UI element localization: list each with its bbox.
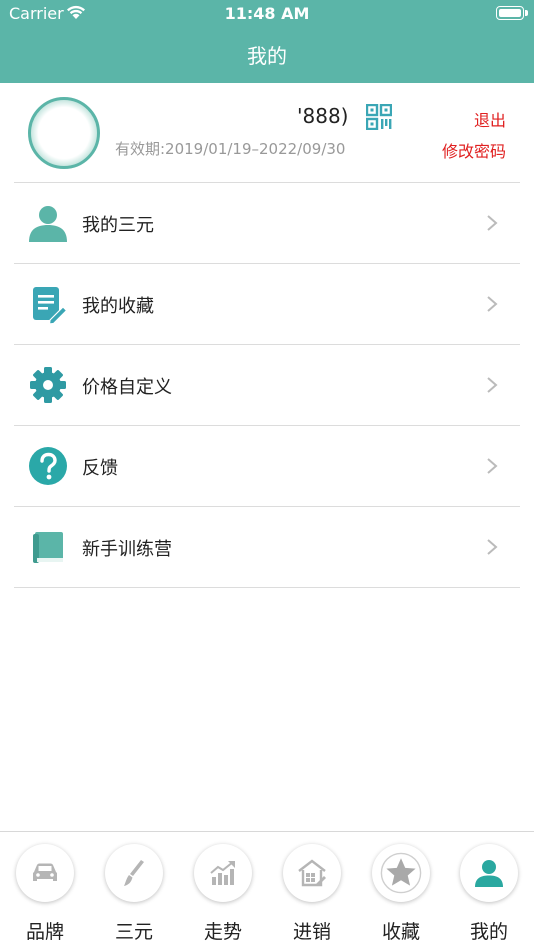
tab-label: 走势 xyxy=(203,921,242,943)
screen: Carrier 11:48 AM 我的 '888) 有效期:2019/01/19… xyxy=(0,0,534,950)
validity-period: 有效期:2019/01/19–2022/09/30 xyxy=(115,140,346,158)
account-name: '888) xyxy=(297,104,349,128)
menu-item-training-camp[interactable]: 新手训练营 xyxy=(14,507,520,588)
tab-label: 我的 xyxy=(469,921,508,943)
header: Carrier 11:48 AM 我的 xyxy=(0,0,534,83)
qr-code-icon[interactable] xyxy=(366,104,392,130)
menu-item-feedback[interactable]: 反馈 xyxy=(14,426,520,507)
profile-section: '888) 有效期:2019/01/19–2022/09/30 退出 修改密码 xyxy=(0,83,534,183)
tab-label: 收藏 xyxy=(381,921,420,943)
note-edit-icon xyxy=(33,287,68,324)
car-icon xyxy=(33,863,57,881)
tab-brand[interactable]: 品牌 xyxy=(15,844,75,944)
brush-icon xyxy=(124,860,144,886)
tab-label: 三元 xyxy=(114,921,153,943)
question-icon xyxy=(29,447,67,485)
menu-item-label: 我的收藏 xyxy=(82,296,154,317)
menu-item-label: 价格自定义 xyxy=(82,377,172,398)
tab-trend[interactable]: 走势 xyxy=(193,844,253,944)
change-password-link[interactable]: 修改密码 xyxy=(442,138,506,162)
battery-icon xyxy=(496,6,528,20)
star-icon xyxy=(380,852,422,894)
tab-purchase-sales[interactable]: 进销 xyxy=(282,844,342,944)
tab-mine[interactable]: 我的 xyxy=(459,844,519,944)
menu-item-label: 我的三元 xyxy=(82,215,154,236)
menu-item-my-favorites[interactable]: 我的收藏 xyxy=(14,264,520,345)
avatar[interactable] xyxy=(28,97,100,169)
tab-label: 品牌 xyxy=(25,921,64,943)
clock: 11:48 AM xyxy=(224,4,310,23)
chevron-right-icon xyxy=(487,458,498,474)
tab-bar: 品牌 三元 走势 进销 收藏 我的 xyxy=(0,831,534,950)
tab-favorites[interactable]: 收藏 xyxy=(371,844,431,944)
menu-list: 我的三元 我的收藏 价格自定义 反馈 新手训练营 xyxy=(14,183,520,588)
book-icon xyxy=(33,532,63,563)
menu-item-label: 反馈 xyxy=(82,458,118,479)
person-icon xyxy=(475,860,503,887)
tab-label: 进销 xyxy=(292,921,331,943)
warehouse-icon xyxy=(298,859,326,887)
chevron-right-icon xyxy=(487,377,498,393)
chevron-right-icon xyxy=(487,539,498,555)
person-icon xyxy=(29,206,67,242)
menu-item-label: 新手训练营 xyxy=(82,539,172,560)
page-title: 我的 xyxy=(247,44,287,68)
menu-item-price-custom[interactable]: 价格自定义 xyxy=(14,345,520,426)
chevron-right-icon xyxy=(487,215,498,231)
trend-icon xyxy=(210,861,235,885)
menu-item-my-sanyuan[interactable]: 我的三元 xyxy=(14,183,520,264)
tab-sanyuan[interactable]: 三元 xyxy=(104,844,164,944)
logout-link[interactable]: 退出 xyxy=(474,107,506,131)
chevron-right-icon xyxy=(487,296,498,312)
status-bar: Carrier 11:48 AM xyxy=(0,0,534,28)
gear-icon xyxy=(30,367,66,403)
